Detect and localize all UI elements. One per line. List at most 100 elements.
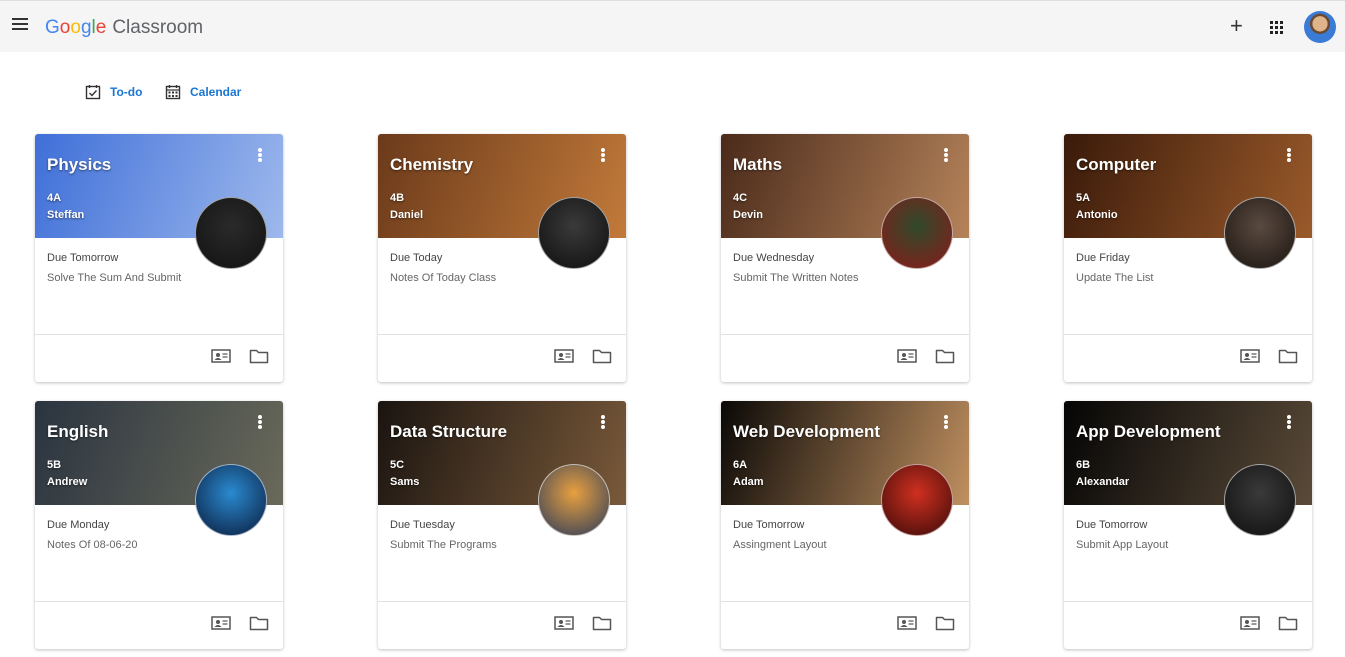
folder-icon[interactable]	[1278, 615, 1298, 631]
calendar-label: Calendar	[190, 85, 242, 99]
class-card-web-development[interactable]: Web Development 6A Adam Due Tomorrow Ass…	[721, 401, 969, 649]
class-card-data-structure[interactable]: Data Structure 5C Sams Due Tuesday Submi…	[378, 401, 626, 649]
more-vert-icon[interactable]	[257, 148, 263, 162]
teacher-avatar[interactable]	[195, 464, 267, 536]
class-section: 6B	[1076, 459, 1091, 471]
teacher-name: Sams	[390, 476, 420, 488]
todo-link[interactable]: To-do	[85, 82, 142, 102]
student-id-icon[interactable]	[211, 616, 231, 630]
card-divider	[721, 334, 969, 335]
card-divider	[721, 601, 969, 602]
teacher-avatar[interactable]	[1224, 197, 1296, 269]
teacher-avatar[interactable]	[538, 197, 610, 269]
class-card-physics[interactable]: Physics 4A Steffan Due Tomorrow Solve Th…	[35, 134, 283, 382]
card-divider	[1064, 334, 1312, 335]
class-section: 5A	[1076, 192, 1091, 204]
more-vert-icon[interactable]	[1286, 415, 1292, 429]
class-card-chemistry[interactable]: Chemistry 4B Daniel Due Today Notes Of T…	[378, 134, 626, 382]
class-title[interactable]: App Development	[1076, 422, 1221, 442]
assignment-link[interactable]: Notes Of Today Class	[390, 272, 496, 284]
student-id-icon[interactable]	[211, 349, 231, 363]
more-vert-icon[interactable]	[943, 415, 949, 429]
class-title[interactable]: Computer	[1076, 155, 1156, 175]
assignment-link[interactable]: Notes Of 08-06-20	[47, 539, 138, 551]
assignment-link[interactable]: Submit The Written Notes	[733, 272, 859, 284]
assignment-link[interactable]: Update The List	[1076, 272, 1153, 284]
card-divider	[35, 334, 283, 335]
class-title[interactable]: Data Structure	[390, 422, 507, 442]
assignment-link[interactable]: Assingment Layout	[733, 539, 827, 551]
teacher-name: Alexandar	[1076, 476, 1130, 488]
account-avatar[interactable]	[1304, 11, 1336, 43]
student-id-icon[interactable]	[897, 616, 917, 630]
due-label: Due Tomorrow	[733, 519, 805, 531]
class-section: 4A	[47, 192, 62, 204]
menu-icon[interactable]	[12, 18, 30, 32]
todo-checkbox-icon	[85, 85, 101, 100]
teacher-avatar[interactable]	[881, 197, 953, 269]
card-divider	[1064, 601, 1312, 602]
due-label: Due Tomorrow	[1076, 519, 1148, 531]
card-divider	[35, 601, 283, 602]
card-divider	[378, 334, 626, 335]
class-title[interactable]: English	[47, 422, 108, 442]
teacher-avatar[interactable]	[881, 464, 953, 536]
folder-icon[interactable]	[935, 348, 955, 364]
folder-icon[interactable]	[592, 615, 612, 631]
student-id-icon[interactable]	[554, 616, 574, 630]
calendar-icon	[165, 85, 181, 100]
apps-grid-icon[interactable]	[1270, 21, 1283, 34]
more-vert-icon[interactable]	[943, 148, 949, 162]
class-card-app-development[interactable]: App Development 6B Alexandar Due Tomorro…	[1064, 401, 1312, 649]
more-vert-icon[interactable]	[600, 148, 606, 162]
class-section: 5B	[47, 459, 62, 471]
teacher-name: Steffan	[47, 209, 85, 221]
class-title[interactable]: Chemistry	[390, 155, 473, 175]
due-label: Due Tuesday	[390, 519, 455, 531]
folder-icon[interactable]	[249, 615, 269, 631]
student-id-icon[interactable]	[1240, 349, 1260, 363]
card-divider	[378, 601, 626, 602]
class-section: 6A	[733, 459, 748, 471]
folder-icon[interactable]	[1278, 348, 1298, 364]
more-vert-icon[interactable]	[1286, 148, 1292, 162]
folder-icon[interactable]	[249, 348, 269, 364]
top-app-bar: Google Classroom +	[0, 0, 1345, 52]
folder-icon[interactable]	[935, 615, 955, 631]
class-title[interactable]: Maths	[733, 155, 782, 175]
due-label: Due Wednesday	[733, 252, 815, 264]
class-section: 4B	[390, 192, 405, 204]
google-classroom-logo[interactable]: Google Classroom	[45, 17, 203, 39]
todo-label: To-do	[110, 85, 143, 99]
class-title[interactable]: Web Development	[733, 422, 880, 442]
class-card-computer[interactable]: Computer 5A Antonio Due Friday Update Th…	[1064, 134, 1312, 382]
teacher-name: Devin	[733, 209, 763, 221]
teacher-avatar[interactable]	[538, 464, 610, 536]
due-label: Due Tomorrow	[47, 252, 119, 264]
class-card-english[interactable]: English 5B Andrew Due Monday Notes Of 08…	[35, 401, 283, 649]
teacher-avatar[interactable]	[1224, 464, 1296, 536]
teacher-name: Adam	[733, 476, 764, 488]
student-id-icon[interactable]	[554, 349, 574, 363]
student-id-icon[interactable]	[897, 349, 917, 363]
teacher-name: Andrew	[47, 476, 88, 488]
teacher-avatar[interactable]	[195, 197, 267, 269]
plus-icon[interactable]: +	[1230, 15, 1243, 37]
student-id-icon[interactable]	[1240, 616, 1260, 630]
due-label: Due Today	[390, 252, 443, 264]
class-title[interactable]: Physics	[47, 155, 111, 175]
class-card-maths[interactable]: Maths 4C Devin Due Wednesday Submit The …	[721, 134, 969, 382]
teacher-name: Antonio	[1076, 209, 1118, 221]
more-vert-icon[interactable]	[257, 415, 263, 429]
due-label: Due Monday	[47, 519, 110, 531]
assignment-link[interactable]: Submit The Programs	[390, 539, 497, 551]
assignment-link[interactable]: Solve The Sum And Submit	[47, 272, 181, 284]
more-vert-icon[interactable]	[600, 415, 606, 429]
due-label: Due Friday	[1076, 252, 1130, 264]
teacher-name: Daniel	[390, 209, 424, 221]
class-section: 4C	[733, 192, 748, 204]
assignment-link[interactable]: Submit App Layout	[1076, 539, 1168, 551]
class-section: 5C	[390, 459, 405, 471]
folder-icon[interactable]	[592, 348, 612, 364]
calendar-link[interactable]: Calendar	[165, 82, 241, 102]
